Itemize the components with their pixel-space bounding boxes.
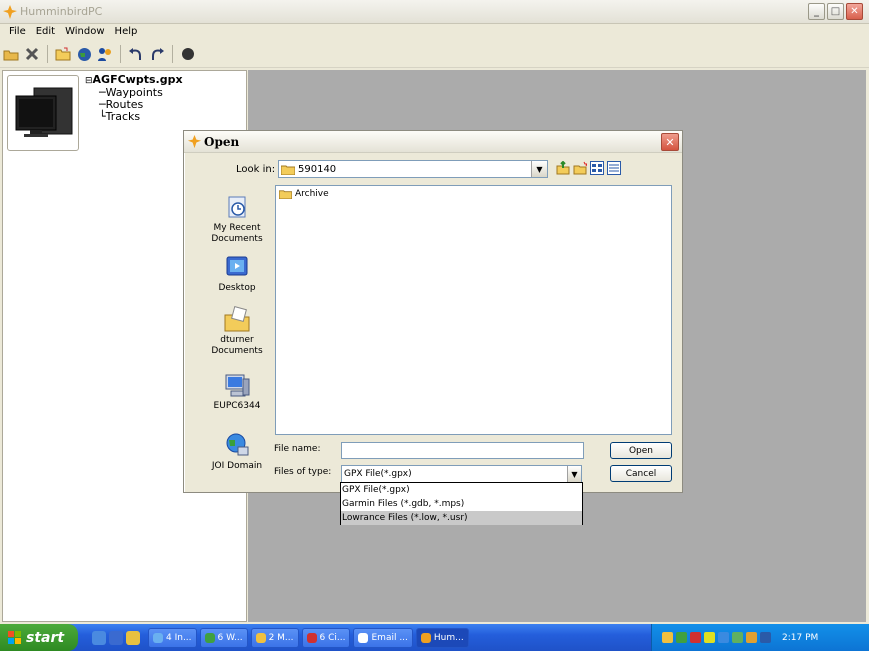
close-button[interactable]: ✕ — [846, 3, 863, 20]
file-name-input[interactable] — [341, 442, 584, 459]
minimize-button[interactable]: _ — [808, 3, 825, 20]
window-title: HumminbirdPC — [20, 5, 103, 18]
look-in-label: Look in: — [236, 164, 276, 175]
place-computer[interactable]: EUPC6344 — [197, 371, 277, 412]
people-icon[interactable] — [96, 45, 114, 63]
open-button[interactable]: Open — [610, 442, 672, 459]
browser-icon[interactable] — [109, 630, 123, 645]
look-in-value: 590140 — [298, 163, 337, 175]
tray-icon[interactable] — [662, 632, 673, 643]
tray-icon[interactable] — [760, 632, 771, 643]
app-icon — [420, 632, 431, 643]
task-button[interactable]: 6 Ci... — [301, 627, 351, 648]
task-button-humminbird[interactable]: Hum... — [415, 627, 469, 648]
toolbar-separator — [47, 45, 48, 63]
record-icon[interactable] — [179, 45, 197, 63]
menu-window[interactable]: Window — [60, 24, 109, 41]
toolbar — [0, 41, 869, 68]
dialog-close-button[interactable]: ✕ — [661, 133, 679, 151]
delete-icon[interactable] — [23, 45, 41, 63]
chevron-down-icon[interactable]: ▼ — [531, 161, 547, 177]
file-type-dropdown: GPX File(*.gpx) Garmin Files (*.gdb, *.m… — [340, 482, 583, 525]
chevron-down-icon[interactable]: ▼ — [567, 466, 581, 482]
tray-icon[interactable] — [732, 632, 743, 643]
look-in-select[interactable]: 590140 ▼ — [278, 160, 548, 178]
folder-open-icon[interactable] — [54, 45, 72, 63]
humminbird-logo-icon — [187, 134, 202, 149]
folder-quick-icon[interactable] — [126, 630, 140, 645]
app-icon — [358, 632, 369, 643]
recent-documents-icon — [228, 196, 246, 218]
device-card[interactable] — [7, 75, 79, 151]
list-item[interactable]: Archive — [279, 189, 329, 199]
place-network[interactable]: JOI Domain — [197, 431, 277, 472]
places-bar: My Recent Documents Desktop dturner Docu… — [197, 185, 277, 485]
tray-icon[interactable] — [690, 632, 701, 643]
open-dialog: Open ✕ Look in: 590140 ▼ My Recent Docum… — [183, 130, 683, 493]
up-folder-icon[interactable] — [556, 161, 570, 175]
tree-node-tracks[interactable]: └Tracks — [85, 111, 183, 123]
file-name-label: File name: — [274, 444, 321, 454]
menu-file[interactable]: File — [4, 24, 31, 41]
option-garmin[interactable]: Garmin Files (*.gdb, *.mps) — [341, 497, 582, 511]
file-list[interactable]: Archive — [275, 185, 672, 435]
ie-icon[interactable] — [92, 630, 106, 645]
menu-bar: File Edit Window Help — [0, 24, 869, 41]
place-desktop[interactable]: Desktop — [197, 253, 277, 294]
new-folder-icon[interactable] — [573, 161, 587, 175]
folder-icon — [279, 190, 292, 199]
task-button[interactable]: 4 In... — [148, 627, 197, 648]
undo-icon[interactable] — [127, 45, 145, 63]
system-tray: 2:17 PM — [651, 624, 869, 651]
menu-edit[interactable]: Edit — [31, 24, 60, 41]
task-button[interactable]: 2 M... — [250, 627, 299, 648]
network-icon — [226, 433, 249, 456]
option-lowrance[interactable]: Lowrance Files (*.low, *.usr) — [341, 511, 582, 525]
humminbird-logo-icon — [3, 5, 17, 19]
start-button[interactable]: start — [0, 624, 78, 651]
folder-icon — [281, 165, 295, 175]
open-folder-icon[interactable] — [2, 45, 20, 63]
app-icon — [204, 632, 215, 643]
dialog-title-bar: Open ✕ — [184, 131, 682, 153]
app-icon — [255, 632, 266, 643]
details-view-icon[interactable] — [607, 161, 621, 175]
tray-icon[interactable] — [676, 632, 687, 643]
files-of-type-label: Files of type: — [274, 467, 332, 477]
tray-icon[interactable] — [718, 632, 729, 643]
documents-icon — [224, 306, 250, 332]
dialog-title: Open — [204, 135, 240, 149]
list-view-icon[interactable] — [590, 161, 604, 175]
files-of-type-value: GPX File(*.gpx) — [344, 469, 412, 479]
place-recent-documents[interactable]: My Recent Documents — [197, 193, 277, 245]
app-icon — [306, 632, 317, 643]
taskbar: start 4 In... 6 W... 2 M... 6 Ci... Emai… — [0, 624, 869, 651]
humminbird-app-window: HumminbirdPC _ □ ✕ File Edit Window Help — [0, 0, 869, 651]
option-gpx[interactable]: GPX File(*.gpx) — [341, 483, 582, 497]
desktop-icon — [226, 256, 248, 276]
monitor-icon — [15, 87, 73, 137]
cancel-button[interactable]: Cancel — [610, 465, 672, 482]
toolbar-separator — [120, 45, 121, 63]
redo-icon[interactable] — [148, 45, 166, 63]
maximize-button[interactable]: □ — [827, 3, 844, 20]
clock[interactable]: 2:17 PM — [782, 633, 818, 643]
tray-icon[interactable] — [746, 632, 757, 643]
task-button[interactable]: Email ... — [353, 627, 413, 648]
computer-icon — [225, 374, 250, 397]
toolbar-separator — [172, 45, 173, 63]
windows-logo-icon — [8, 630, 21, 644]
globe-icon[interactable] — [75, 45, 93, 63]
tray-icon[interactable] — [704, 632, 715, 643]
title-bar: HumminbirdPC _ □ ✕ — [0, 0, 869, 24]
files-of-type-select[interactable]: GPX File(*.gpx) ▼ — [341, 465, 582, 483]
task-button[interactable]: 6 W... — [199, 627, 248, 648]
file-tree: ⊟AGFCwpts.gpx ─Waypoints ─Routes └Tracks — [85, 74, 183, 123]
place-documents[interactable]: dturner Documents — [197, 305, 277, 357]
menu-help[interactable]: Help — [110, 24, 143, 41]
app-icon — [153, 632, 163, 643]
